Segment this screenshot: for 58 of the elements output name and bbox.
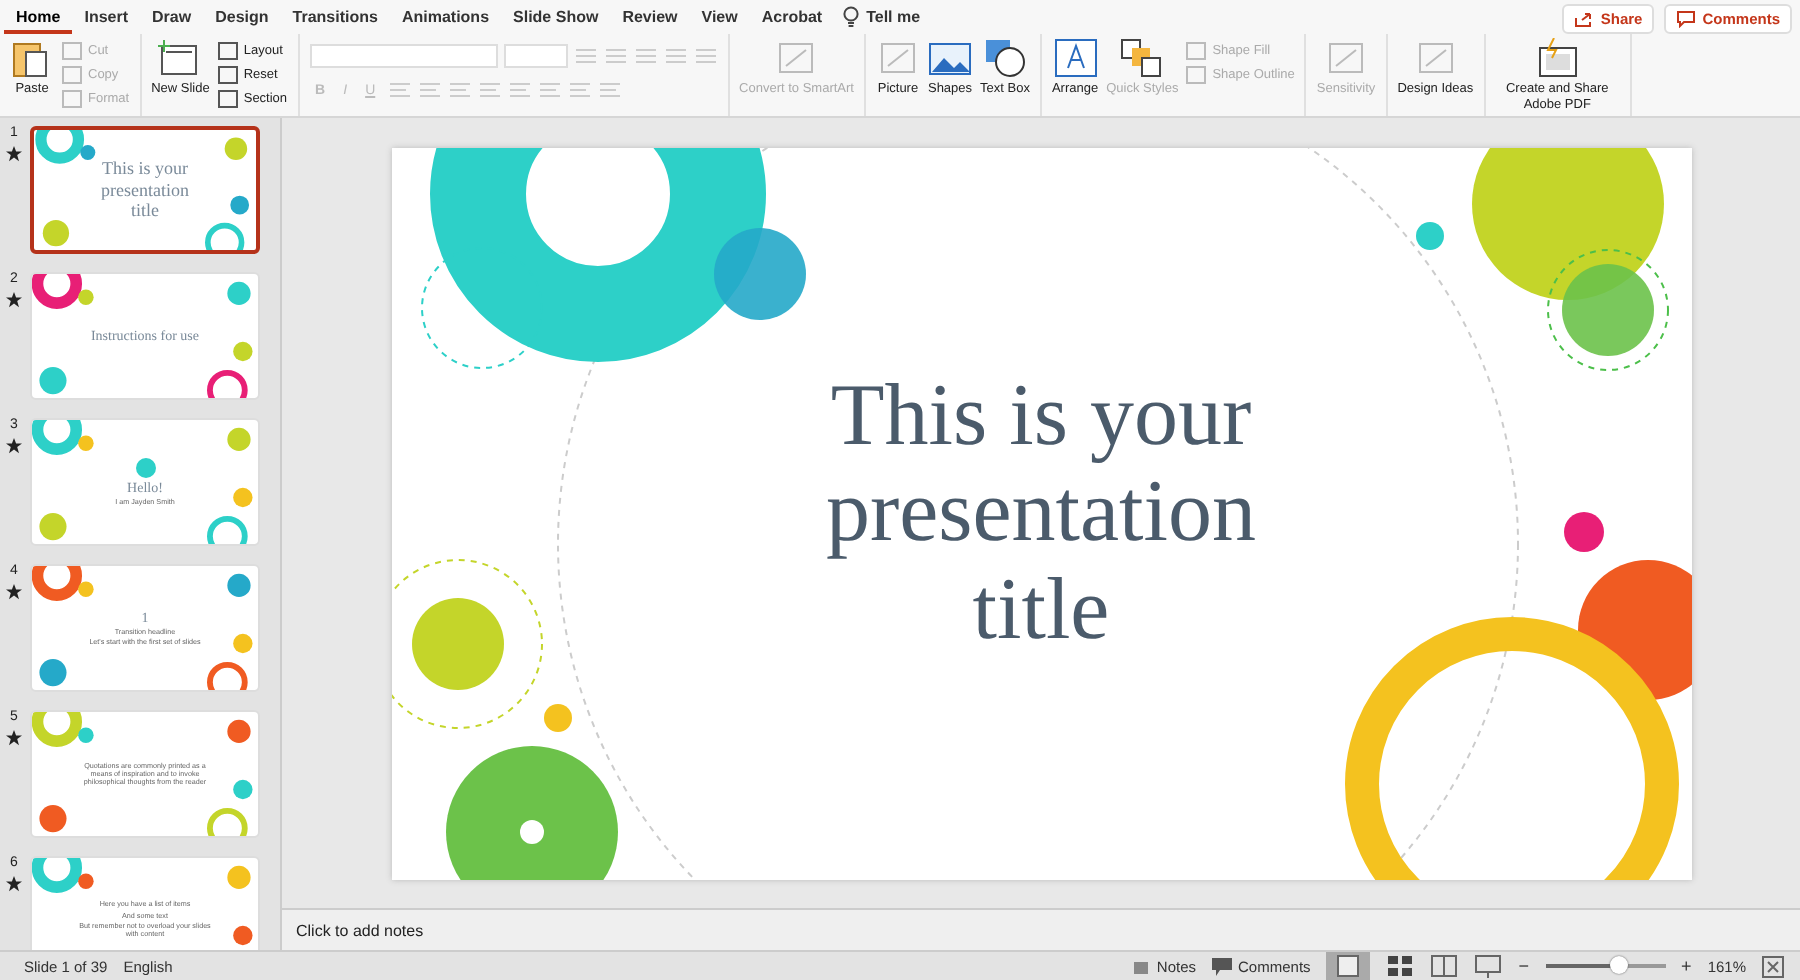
- star-icon: [6, 876, 22, 892]
- smartart-icon: [875, 38, 920, 78]
- slide-thumbnail[interactable]: This is your presentation title: [30, 126, 260, 254]
- presenter-icon[interactable]: [1474, 954, 1503, 978]
- tell-me-field[interactable]: Tell me: [842, 6, 921, 28]
- align-icon[interactable]: [417, 80, 442, 100]
- toolbar-icon: [217, 41, 238, 59]
- book-icon[interactable]: [1430, 954, 1459, 978]
- ribbon-tab[interactable]: Acrobat: [749, 0, 835, 34]
- ribbon-tab[interactable]: Design: [203, 0, 281, 34]
- toolbar-icon: [1186, 41, 1207, 59]
- ribbon-tab[interactable]: Animations: [389, 0, 502, 34]
- sensitivity-icon: [1413, 38, 1458, 78]
- font-name-dropdown[interactable]: [309, 44, 498, 68]
- ribbon-tab[interactable]: Draw: [140, 0, 204, 34]
- align-icon[interactable]: [507, 80, 532, 100]
- toolbar-icon: [217, 65, 238, 83]
- normal-view-icon[interactable]: [1326, 952, 1371, 980]
- list-icon[interactable]: [603, 46, 628, 66]
- star-icon: [6, 292, 22, 308]
- align-icon[interactable]: [537, 80, 562, 100]
- ribbon-tab[interactable]: Transitions: [280, 0, 390, 34]
- list-icon[interactable]: [693, 46, 718, 66]
- list-icon[interactable]: [573, 46, 598, 66]
- align-icon[interactable]: [477, 80, 502, 100]
- list-icon[interactable]: [663, 46, 688, 66]
- grid-view-icon[interactable]: [1386, 954, 1415, 978]
- star-icon: [6, 584, 22, 600]
- list-icon[interactable]: [633, 46, 658, 66]
- quick-styles-icon: [1324, 38, 1369, 78]
- ribbon-tab[interactable]: View: [689, 0, 750, 34]
- star-icon: [6, 438, 22, 454]
- star-icon: [6, 730, 22, 746]
- toolbar-icon: [217, 89, 238, 107]
- font-size-dropdown[interactable]: [503, 44, 568, 68]
- notes-field[interactable]: Click to add notes: [292, 919, 700, 941]
- ribbon-tab[interactable]: Home: [4, 0, 73, 34]
- avatar-placeholder: [135, 457, 155, 478]
- thumbnail-title: This is your presentation title: [99, 158, 191, 222]
- toolbar-icon: [774, 38, 819, 78]
- align-icon[interactable]: [447, 80, 472, 100]
- ribbon-tab[interactable]: Insert: [72, 0, 141, 34]
- notes-icon: [1132, 957, 1151, 975]
- ribbon-tab[interactable]: Slide Show: [501, 0, 611, 34]
- comment-icon: [1212, 957, 1233, 975]
- align-icon[interactable]: [597, 80, 622, 100]
- comment-icon: [1676, 10, 1697, 28]
- star-icon: [6, 146, 22, 162]
- fit-to-window-icon[interactable]: [1762, 955, 1784, 977]
- lightbulb-icon: [842, 6, 861, 28]
- zoom-in-button[interactable]: +: [1681, 956, 1692, 976]
- picture-icon: [928, 38, 972, 78]
- zoom-out-button[interactable]: −: [1518, 956, 1530, 976]
- align-icon[interactable]: [387, 80, 412, 100]
- share-icon: [1574, 10, 1595, 28]
- ribbon-tab[interactable]: Review: [610, 0, 690, 34]
- toolbar-icon: [1186, 65, 1207, 83]
- align-icon[interactable]: [567, 80, 592, 100]
